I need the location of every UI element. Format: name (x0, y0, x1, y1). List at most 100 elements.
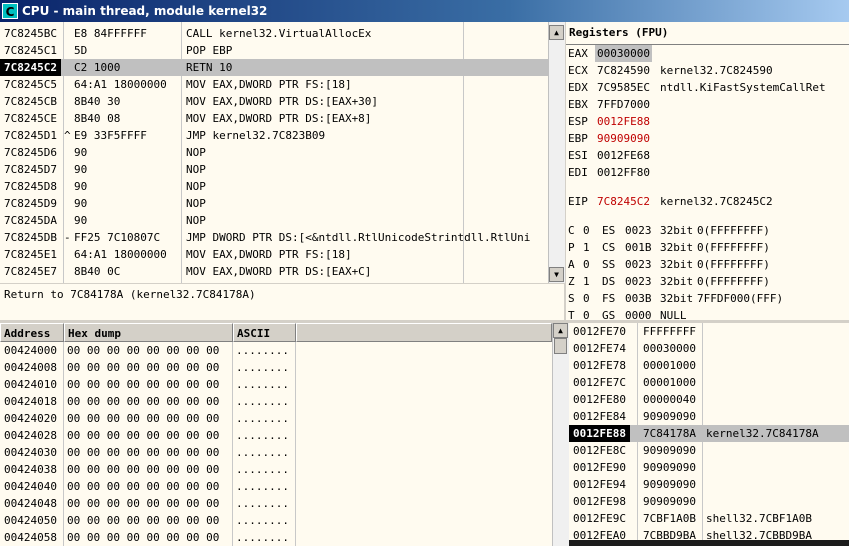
flag-bit[interactable]: 0 (583, 307, 590, 320)
register-row[interactable]: EAX 00030000 (566, 45, 849, 62)
dump-scroll-thumb[interactable] (554, 338, 567, 354)
disasm-row[interactable]: 7C8245D9 90 NOP (0, 195, 548, 212)
dump-row[interactable]: 00424030 00 00 00 00 00 00 00 00........ (0, 444, 552, 461)
disasm-address[interactable]: 7C8245C5 (4, 76, 57, 93)
dump-ascii[interactable]: ........ (236, 512, 289, 529)
stack-address[interactable]: 0012FE70 (573, 323, 626, 340)
stack-row[interactable]: 0012FEA0 7CBBD9BA shell32.7CBBD9BA (569, 527, 849, 540)
disasm-row[interactable]: 7C8245D7 90 NOP (0, 161, 548, 178)
dump-ascii[interactable]: ........ (236, 529, 289, 546)
register-row[interactable]: EBP 90909090 (566, 130, 849, 147)
dump-hex[interactable]: 00 00 00 00 00 00 00 00 (67, 393, 219, 410)
stack-row[interactable]: 0012FE90 90909090 (569, 459, 849, 476)
register-value[interactable]: 7C824590 (597, 62, 650, 79)
register-value[interactable]: 7C8245C2 (597, 193, 650, 210)
dump-row[interactable]: 00424028 00 00 00 00 00 00 00 00........ (0, 427, 552, 444)
horizontal-scrollbar[interactable] (569, 540, 849, 546)
dump-hex[interactable]: 00 00 00 00 00 00 00 00 (67, 427, 219, 444)
register-value[interactable]: 0012FF80 (597, 164, 650, 181)
dump-hex[interactable]: 00 00 00 00 00 00 00 00 (67, 376, 219, 393)
register-value[interactable]: 7FFD7000 (597, 96, 650, 113)
register-value[interactable]: 90909090 (597, 130, 650, 147)
register-value[interactable]: 00030000 (595, 45, 652, 62)
dump-pane[interactable]: 00424000 00 00 00 00 00 00 00 00........ 0… (0, 342, 552, 546)
flag-bit[interactable]: 1 (583, 273, 590, 290)
title-bar[interactable]: C CPU - main thread, module kernel32 (0, 0, 849, 22)
disasm-address[interactable]: 7C8245CE (4, 110, 57, 127)
stack-address[interactable]: 0012FE9C (573, 510, 626, 527)
register-row[interactable]: EBX 7FFD7000 (566, 96, 849, 113)
registers-header[interactable]: Registers (FPU) (566, 22, 849, 45)
stack-address[interactable]: 0012FE90 (573, 459, 626, 476)
dump-header-ascii[interactable]: ASCII (233, 323, 296, 342)
stack-row[interactable]: 0012FE80 00000040 (569, 391, 849, 408)
scroll-thumb[interactable] (550, 40, 563, 270)
stack-address[interactable]: 0012FE88 (569, 425, 630, 442)
dump-row[interactable]: 00424008 00 00 00 00 00 00 00 00........ (0, 359, 552, 376)
dump-header-hex[interactable]: Hex dump (64, 323, 233, 342)
stack-address[interactable]: 0012FE84 (573, 408, 626, 425)
disasm-row[interactable]: 7C8245D1 ^ E9 33F5FFFF JMP kernel32.7C823B0… (0, 127, 548, 144)
disasm-row[interactable]: 7C8245E1 64:A1 18000000 MOV EAX,DWORD PTR … (0, 246, 548, 263)
stack-row[interactable]: 0012FE98 90909090 (569, 493, 849, 510)
dump-row[interactable]: 00424050 00 00 00 00 00 00 00 00........ (0, 512, 552, 529)
stack-address[interactable]: 0012FE80 (573, 391, 626, 408)
dump-hex[interactable]: 00 00 00 00 00 00 00 00 (67, 342, 219, 359)
dump-ascii[interactable]: ........ (236, 393, 289, 410)
disasm-address[interactable]: 7C8245D8 (4, 178, 57, 195)
stack-address[interactable]: 0012FE8C (573, 442, 626, 459)
dump-ascii[interactable]: ........ (236, 444, 289, 461)
disasm-row[interactable]: 7C8245D6 90 NOP (0, 144, 548, 161)
disasm-row[interactable]: 7C8245C5 64:A1 18000000 MOV EAX,DWORD PTR … (0, 76, 548, 93)
dump-hex[interactable]: 00 00 00 00 00 00 00 00 (67, 529, 219, 546)
disasm-row[interactable]: 7C8245CB 8B40 30 MOV EAX,DWORD PTR DS:[EAX… (0, 93, 548, 110)
disasm-address[interactable]: 7C8245DA (4, 212, 57, 229)
disasm-address[interactable]: 7C8245D1 (4, 127, 57, 144)
disasm-address[interactable]: 7C8245E7 (4, 263, 57, 280)
stack-row[interactable]: 0012FE74 00030000 (569, 340, 849, 357)
disasm-row[interactable]: 7C8245BC E8 84FFFFFF CALL kernel32.Virtual… (0, 25, 548, 42)
dump-hex[interactable]: 00 00 00 00 00 00 00 00 (67, 495, 219, 512)
dump-row[interactable]: 00424010 00 00 00 00 00 00 00 00........ (0, 376, 552, 393)
flag-row[interactable]: P 1 CS 001B 32bit 0(FFFFFFFF) (566, 239, 849, 256)
disasm-address[interactable]: 7C8245C1 (4, 42, 57, 59)
stack-row[interactable]: 0012FE88 7C84178A kernel32.7C84178A (569, 425, 849, 442)
scroll-up-arrow-icon[interactable]: ▲ (549, 25, 564, 40)
disasm-address[interactable]: 7C8245D9 (4, 195, 57, 212)
dump-ascii[interactable]: ........ (236, 376, 289, 393)
flag-row[interactable]: C 0 ES 0023 32bit 0(FFFFFFFF) (566, 222, 849, 239)
registers-pane[interactable]: Registers (FPU) EAX 00030000 ECX 7C824590 ke… (566, 22, 849, 320)
register-value[interactable]: 0012FE68 (597, 147, 650, 164)
dump-hex[interactable]: 00 00 00 00 00 00 00 00 (67, 461, 219, 478)
disasm-row[interactable]: 7C8245CE 8B40 08 MOV EAX,DWORD PTR DS:[EAX… (0, 110, 548, 127)
disasm-address[interactable]: 7C8245CB (4, 93, 57, 110)
disasm-address[interactable]: 7C8245BC (4, 25, 57, 42)
stack-row[interactable]: 0012FE9C 7CBF1A0B shell32.7CBF1A0B (569, 510, 849, 527)
stack-address[interactable]: 0012FE94 (573, 476, 626, 493)
dump-row[interactable]: 00424020 00 00 00 00 00 00 00 00........ (0, 410, 552, 427)
dump-ascii[interactable]: ........ (236, 359, 289, 376)
register-row[interactable]: ECX 7C824590 kernel32.7C824590 (566, 62, 849, 79)
register-row[interactable]: EIP 7C8245C2 kernel32.7C8245C2 (566, 193, 849, 210)
flag-row[interactable]: A 0 SS 0023 32bit 0(FFFFFFFF) (566, 256, 849, 273)
dump-row[interactable]: 00424040 00 00 00 00 00 00 00 00........ (0, 478, 552, 495)
stack-row[interactable]: 0012FE8C 90909090 (569, 442, 849, 459)
disassembly-scrollbar[interactable]: ▲ ▼ (548, 22, 565, 283)
flag-row[interactable]: Z 1 DS 0023 32bit 0(FFFFFFFF) (566, 273, 849, 290)
dump-scroll-up-icon[interactable]: ▲ (553, 323, 568, 338)
dump-scrollbar[interactable]: ▲ (552, 323, 569, 546)
dump-hex[interactable]: 00 00 00 00 00 00 00 00 (67, 478, 219, 495)
dump-header-address[interactable]: Address (0, 323, 64, 342)
disassembly-pane[interactable]: 7C8245BC E8 84FFFFFF CALL kernel32.Virtual… (0, 22, 548, 283)
register-row[interactable]: EDX 7C9585EC ntdll.KiFastSystemCallRet (566, 79, 849, 96)
dump-ascii[interactable]: ........ (236, 478, 289, 495)
stack-address[interactable]: 0012FE78 (573, 357, 626, 374)
disasm-row[interactable]: 7C8245C1 5D POP EBP (0, 42, 548, 59)
flag-bit[interactable]: 0 (583, 222, 590, 239)
dump-row[interactable]: 00424038 00 00 00 00 00 00 00 00........ (0, 461, 552, 478)
dump-row[interactable]: 00424058 00 00 00 00 00 00 00 00........ (0, 529, 552, 546)
dump-hex[interactable]: 00 00 00 00 00 00 00 00 (67, 410, 219, 427)
stack-pane[interactable]: 0012FE70 FFFFFFFF 0012FE74 00030000 0012FE78… (569, 323, 849, 540)
dump-ascii[interactable]: ........ (236, 410, 289, 427)
dump-ascii[interactable]: ........ (236, 427, 289, 444)
